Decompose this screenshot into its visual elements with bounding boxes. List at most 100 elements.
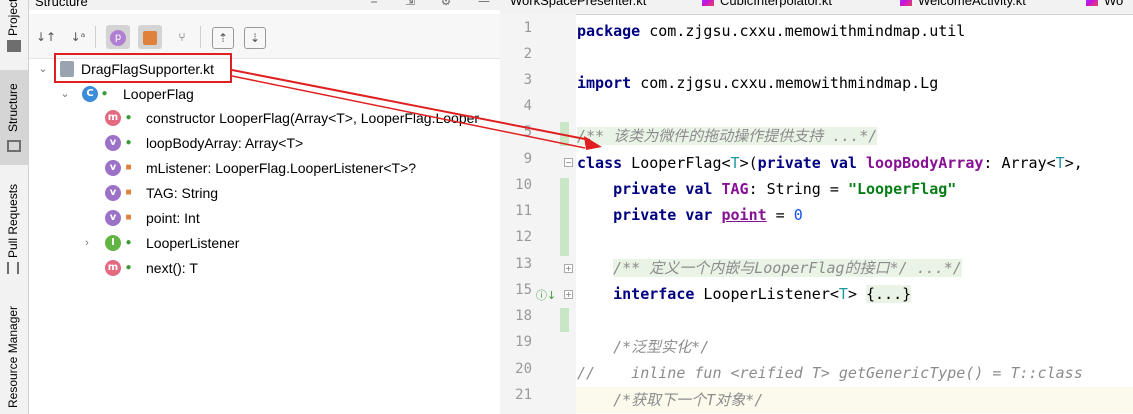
tree-member-row[interactable]: v ■ TAG: String [29, 182, 500, 204]
variable-icon: v [105, 185, 121, 201]
lock-icon: ■ [125, 187, 132, 198]
collapse-icon[interactable]: ⇲ [402, 0, 418, 8]
change-marker [560, 308, 569, 332]
editor-tab[interactable]: CubicInterpolator.kt [702, 0, 832, 14]
code-line-13: /** 定义一个内嵌与LooperFlag的接口*/ ...*/ [613, 259, 962, 277]
tree-member-row[interactable]: v ● loopBodyArray: Array<T> [29, 132, 500, 154]
code-line-1: package com.zjgsu.cxxu.memowithmindmap.u… [577, 22, 966, 40]
hide-icon[interactable]: — [476, 0, 492, 8]
line-number: 5 [523, 124, 532, 140]
tab-resource-manager-label: Resource Manager [6, 305, 20, 408]
editor-tab-label: WorkSpacePresenter.kt [510, 0, 647, 8]
public-icon: ● [101, 88, 108, 99]
line-number: 12 [515, 229, 532, 245]
kotlin-file-icon [900, 0, 912, 6]
member-label: TAG: String [146, 185, 219, 201]
line-number: 21 [515, 387, 532, 403]
lock-icon: ■ [125, 162, 132, 173]
public-icon: ● [125, 137, 132, 148]
code-line-11: private var point = 0 [613, 206, 803, 224]
editor-tab[interactable]: WelcomeActivity.kt [900, 0, 1026, 14]
show-inherited-button[interactable]: ⑂ [170, 25, 194, 49]
left-tool-strip: Project Structure Pull Requests Resource… [0, 0, 29, 414]
variable-icon: v [105, 135, 121, 151]
editor-tab-bar: WorkSpacePresenter.kt CubicInterpolator.… [500, 0, 1133, 15]
tree-member-row[interactable]: v ■ point: Int [29, 207, 500, 229]
line-number: 11 [515, 203, 532, 219]
structure-header [29, 0, 500, 10]
editor-tab[interactable]: Wo [1086, 0, 1123, 14]
method-icon: m [105, 260, 121, 276]
interface-icon: I [105, 235, 121, 251]
fold-icon[interactable]: + [564, 290, 573, 299]
tree-member-row[interactable]: v ■ mListener: LooperFlag.LooperListener… [29, 157, 500, 179]
code-line-9: class LooperFlag<T>(private val loopBody… [577, 154, 1083, 172]
member-label: constructor LooperFlag(Array<T>, LooperF… [146, 110, 480, 126]
sort-alphabetically-button[interactable]: ↓ᵃ [66, 25, 90, 49]
tree-member-row[interactable]: › I ● LooperListener [29, 232, 500, 254]
chevron-down-icon[interactable]: ⌄ [59, 83, 71, 105]
tree-class-node[interactable]: ⌄ C ● LooperFlag [29, 83, 500, 105]
navigate-up-button[interactable]: ⇡ [212, 27, 234, 49]
line-number: 9 [523, 151, 532, 167]
line-number: 15 [515, 282, 532, 298]
public-icon: ● [125, 262, 132, 273]
variable-icon: v [105, 210, 121, 226]
member-label: mListener: LooperFlag.LooperListener<T>? [146, 160, 417, 176]
line-number: 13 [515, 256, 532, 272]
structure-title: Structure [35, 0, 88, 9]
editor-tab-label: CubicInterpolator.kt [720, 0, 833, 8]
sort-by-visibility-button[interactable]: ↓↑ [34, 25, 58, 49]
code-line-15: interface LooperListener<T> {...} [613, 285, 912, 303]
pull-request-icon [7, 262, 19, 274]
change-marker [560, 178, 569, 256]
class-icon: C [82, 86, 98, 102]
chevron-right-icon[interactable]: › [81, 232, 93, 254]
line-number: 20 [515, 361, 532, 377]
fold-icon[interactable]: − [564, 158, 573, 167]
line-number: 4 [523, 98, 532, 114]
editor-tab[interactable]: WorkSpacePresenter.kt [510, 0, 646, 14]
tab-resource-manager[interactable]: Resource Manager [0, 300, 28, 414]
tab-pull-requests-label: Pull Requests [6, 183, 20, 258]
change-marker [560, 122, 569, 146]
variable-icon: v [105, 160, 121, 176]
structure-icon [7, 140, 21, 152]
chevron-down-icon[interactable]: ⌄ [37, 58, 49, 80]
minimize-icon[interactable]: ⎯ [366, 0, 382, 8]
line-number: 2 [523, 46, 532, 62]
member-label: point: Int [146, 210, 200, 226]
method-icon: m [105, 110, 121, 126]
kotlin-file-icon [1086, 0, 1098, 6]
editor-tab-label: Wo [1104, 0, 1124, 8]
folder-icon [7, 40, 21, 52]
show-non-public-button[interactable] [138, 25, 162, 49]
class-node-label: LooperFlag [123, 86, 194, 102]
show-properties-button[interactable]: p [106, 25, 130, 49]
gear-icon[interactable]: ⚙ [438, 0, 454, 8]
public-icon: ● [125, 237, 132, 248]
code-line-5: /** 该类为微件的拖动操作提供支持 ...*/ [577, 127, 878, 145]
highlight-annotation-box [54, 53, 232, 83]
lock-icon [143, 30, 157, 45]
tab-pull-requests[interactable]: Pull Requests [0, 172, 28, 282]
lock-icon: ■ [125, 212, 132, 223]
tab-project[interactable]: Project [0, 0, 28, 58]
code-line-3: import com.zjgsu.cxxu.memowithmindmap.Lg [577, 74, 939, 92]
tree-member-row[interactable]: m ● constructor LooperFlag(Array<T>, Loo… [29, 107, 500, 129]
code-line-10: private val TAG: String = "LooperFlag" [613, 180, 957, 198]
line-number: 3 [523, 72, 532, 88]
fold-icon[interactable]: + [564, 264, 573, 273]
navigate-down-button[interactable]: ⇣ [244, 27, 266, 49]
tab-structure[interactable]: Structure [0, 70, 28, 165]
tree-member-row[interactable]: m ● next(): T [29, 257, 500, 279]
member-label: LooperListener [146, 235, 240, 251]
kotlin-file-icon [702, 0, 714, 6]
implementation-marker-icon[interactable]: ⓘ↓ [536, 287, 556, 303]
property-icon: p [110, 29, 126, 46]
tab-structure-label: Structure [6, 83, 20, 132]
editor-tab-label: WelcomeActivity.kt [918, 0, 1026, 8]
tab-project-label: Project [6, 0, 20, 36]
code-editor: WorkSpacePresenter.kt CubicInterpolator.… [500, 0, 1133, 414]
member-label: next(): T [146, 260, 198, 276]
